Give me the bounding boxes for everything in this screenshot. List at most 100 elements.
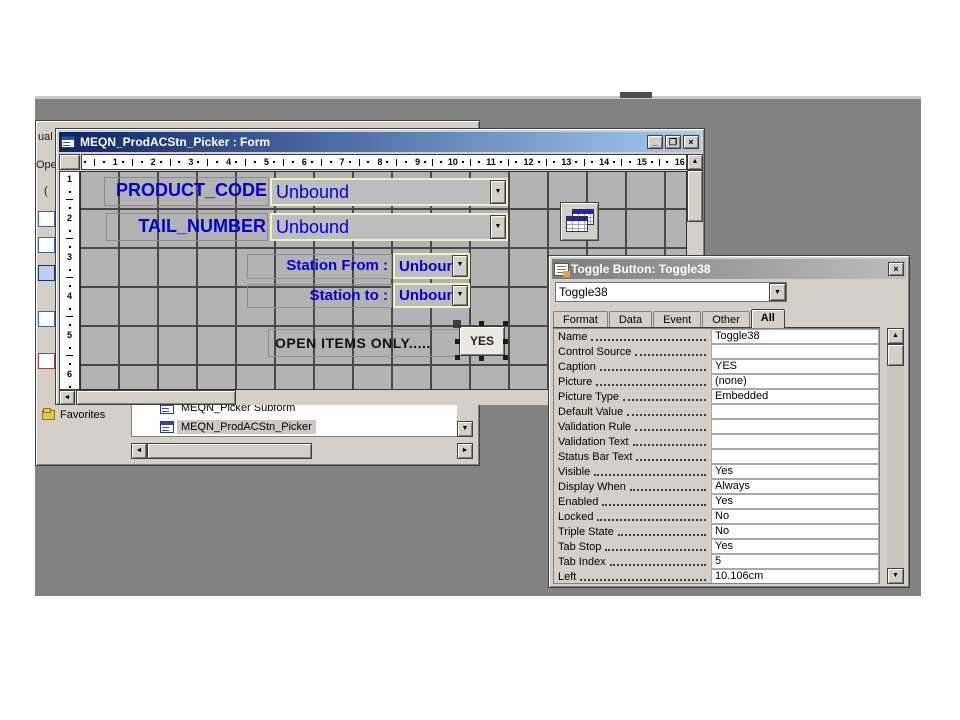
hscroll-thumb[interactable]: [76, 390, 236, 405]
vscroll-thumb[interactable]: [887, 344, 904, 366]
forms-list-hscrollbar[interactable]: ◄ ►: [131, 443, 473, 459]
dot-leader: [597, 519, 706, 521]
datasheet-button[interactable]: [560, 202, 599, 241]
ruler-cm-segment: 1: [60, 172, 79, 211]
property-value-field[interactable]: [711, 449, 879, 464]
control-selector-combo[interactable]: Toggle38 ▼: [555, 282, 787, 302]
station-from-label: Station From :: [286, 257, 388, 274]
close-button[interactable]: ×: [683, 135, 699, 149]
property-label: Display When: [558, 481, 626, 493]
property-list: Name Toggle38 Control Source Caption YES Pict…: [553, 328, 880, 584]
scroll-up-icon[interactable]: ▲: [687, 154, 703, 170]
property-value-field[interactable]: Toggle38: [711, 329, 879, 344]
selection-handle[interactable]: [479, 356, 484, 361]
objects-bar-icon[interactable]: [38, 211, 55, 227]
tail-number-label-box[interactable]: TAIL_NUMBER: [106, 213, 268, 241]
dot-leader: [609, 564, 706, 566]
properties-vscrollbar[interactable]: ▲ ▼: [887, 328, 904, 584]
forms-list-item[interactable]: MEQN_ProdACStn_Picker: [132, 417, 472, 436]
station-to-combo-value: Unbound: [399, 287, 452, 304]
selection-handle[interactable]: [503, 339, 508, 344]
tab-all[interactable]: All: [750, 309, 785, 328]
property-value-field[interactable]: Embedded: [711, 389, 879, 404]
property-value-field[interactable]: Yes: [711, 494, 879, 509]
dot-leader: [617, 534, 706, 536]
tab-other[interactable]: Other: [702, 311, 750, 328]
dropdown-icon[interactable]: ▼: [490, 215, 506, 239]
open-button-fragment[interactable]: Ope: [36, 159, 57, 171]
dropdown-icon[interactable]: ▼: [490, 180, 506, 204]
dot-leader: [636, 459, 706, 461]
hscroll-thumb[interactable]: [147, 443, 312, 459]
property-label: Validation Text: [558, 436, 629, 448]
maximize-button[interactable]: ❐: [665, 135, 681, 149]
property-value-field[interactable]: YES: [711, 359, 879, 374]
property-value-field[interactable]: (none): [711, 374, 879, 389]
properties-titlebar[interactable]: Toggle Button: Toggle38 ×: [552, 259, 906, 279]
objects-bar-icon[interactable]: [38, 311, 55, 327]
property-value-field[interactable]: 5: [711, 554, 879, 569]
form-window-titlebar[interactable]: MEQN_ProdACStn_Picker : Form _ ❐ ×: [59, 132, 701, 152]
scroll-right-icon[interactable]: ►: [457, 443, 473, 459]
objects-bar-icon[interactable]: [38, 237, 55, 253]
dropdown-icon[interactable]: ▼: [769, 283, 786, 301]
station-to-label-box[interactable]: Station to :: [247, 284, 392, 308]
vscroll-thumb[interactable]: [687, 170, 703, 222]
ruler-number: 4: [66, 291, 72, 301]
ruler-number: 6: [301, 157, 307, 167]
selection-handle[interactable]: [455, 339, 460, 344]
tab-data[interactable]: Data: [608, 311, 653, 328]
selection-handle[interactable]: [503, 355, 508, 360]
scroll-down-icon[interactable]: ▼: [457, 421, 473, 437]
station-to-combo[interactable]: Unbound ▼: [393, 283, 470, 308]
property-value-field[interactable]: No: [711, 524, 879, 539]
dropdown-icon[interactable]: ▼: [452, 255, 468, 277]
product-code-label-box[interactable]: PRODUCT_CODE: [104, 177, 269, 206]
property-value-field[interactable]: No: [711, 509, 879, 524]
ruler-cm-segment: 2: [60, 211, 79, 250]
property-row: Validation Rule: [554, 419, 879, 434]
property-value-field[interactable]: 10.106cm: [711, 569, 879, 583]
selection-handle[interactable]: [455, 355, 460, 360]
selection-handle[interactable]: [479, 321, 484, 326]
form-name: MEQN_ProdACStn_Picker: [177, 419, 316, 434]
objects-bar-icon-forms[interactable]: [38, 265, 55, 281]
ruler-number: 6: [66, 369, 72, 379]
objects-bar-icon[interactable]: [38, 353, 55, 369]
property-value-field[interactable]: [711, 419, 879, 434]
close-icon[interactable]: ×: [888, 262, 904, 276]
property-row: Tab Stop Yes: [554, 539, 879, 554]
ruler-cm-segment: 7: [309, 155, 347, 169]
selection-handle[interactable]: [503, 321, 508, 326]
scroll-up-icon[interactable]: ▲: [887, 328, 904, 344]
property-value-field[interactable]: Always: [711, 479, 879, 494]
property-label: Tab Stop: [558, 541, 602, 553]
dropdown-icon[interactable]: ▼: [452, 285, 468, 306]
property-value-field[interactable]: Yes: [711, 539, 879, 554]
ruler-number: 10: [447, 157, 458, 167]
tab-format[interactable]: Format: [553, 311, 608, 328]
tail-number-combo[interactable]: Unbound ▼: [270, 213, 508, 241]
ruler-number: 1: [66, 174, 72, 184]
minimize-button[interactable]: _: [647, 135, 663, 149]
property-value-field[interactable]: [711, 344, 879, 359]
open-items-label-box[interactable]: OPEN ITEMS ONLY.....: [268, 329, 460, 357]
property-row: Caption YES: [554, 359, 879, 374]
scroll-left-icon[interactable]: ◄: [131, 443, 147, 459]
ruler-number: 14: [599, 157, 610, 167]
favorites-group-label[interactable]: Favorites: [60, 409, 105, 421]
station-from-combo[interactable]: Unbound ▼: [393, 253, 470, 279]
property-value-field[interactable]: [711, 404, 879, 419]
property-value-field[interactable]: [711, 434, 879, 449]
product-code-combo[interactable]: Unbound ▼: [270, 178, 508, 206]
property-row: Enabled Yes: [554, 494, 879, 509]
selection-handle[interactable]: [453, 320, 461, 328]
scroll-down-icon[interactable]: ▼: [887, 568, 904, 584]
scroll-left-icon[interactable]: ◄: [59, 390, 75, 405]
ruler-corner: [59, 154, 80, 170]
control-selector-value: Toggle38: [559, 285, 608, 299]
station-from-label-box[interactable]: Station From :: [247, 254, 392, 279]
toggle-button-yes[interactable]: YES: [459, 326, 505, 356]
tab-event[interactable]: Event: [653, 311, 702, 328]
property-value-field[interactable]: Yes: [711, 464, 879, 479]
